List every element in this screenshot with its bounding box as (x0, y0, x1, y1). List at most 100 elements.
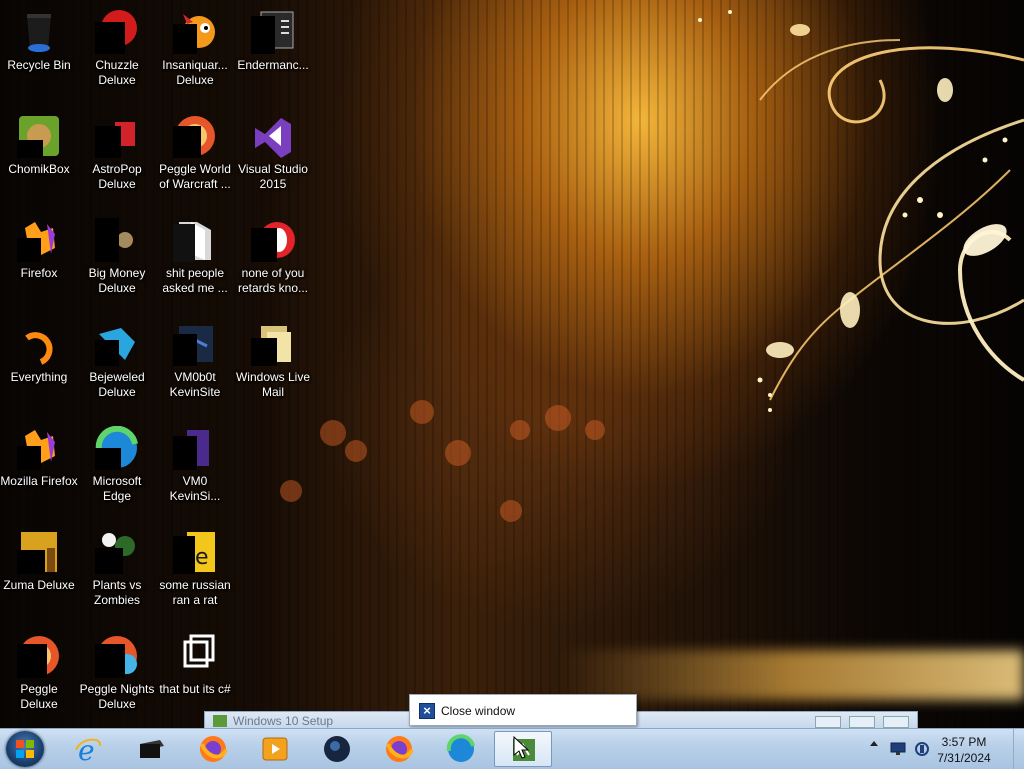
clock-date: 7/31/2024 (937, 751, 991, 765)
desktop-icon-label: AstroPop Deluxe (92, 162, 142, 191)
windows-logo-icon (16, 740, 34, 758)
desktop-icon-label: that but its c# (159, 682, 231, 696)
desktop-icon-zuma-deluxe[interactable]: Zuma Deluxe (0, 522, 78, 622)
desktop-icon-label: shit people asked me ... (162, 266, 228, 295)
edge-icon (446, 734, 475, 762)
tray-overflow-chevron-icon[interactable] (870, 741, 878, 746)
start-button[interactable] (6, 731, 44, 767)
recycle-bin-icon (17, 10, 61, 54)
globe-icon (324, 736, 350, 762)
desktop-icon-peggle-nights-deluxe[interactable]: Peggle Nights Deluxe (78, 626, 156, 726)
chuzzle-icon (95, 10, 139, 54)
media-player-icon (262, 737, 288, 761)
firefox-icon (386, 736, 414, 762)
desktop-icon-recycle-bin[interactable]: Recycle Bin (0, 2, 78, 102)
desktop-icon-label: Mozilla Firefox (0, 474, 78, 488)
everything-icon (17, 322, 61, 366)
desktop-icon-plants-vs-zombies[interactable]: Plants vs Zombies (78, 522, 156, 622)
desktop-icon-bejeweled-deluxe[interactable]: Bejeweled Deluxe (78, 314, 156, 414)
astropop-icon (95, 114, 139, 158)
desktop-icon-some-russian-ran-a-rat[interactable]: e some russian ran a rat (156, 522, 234, 622)
system-tray: 3:57 PM 7/31/2024 (866, 729, 1024, 769)
clock[interactable]: 3:57 PM 7/31/2024 (924, 734, 1004, 766)
taskbar-firefox[interactable] (184, 731, 240, 767)
taskbar-media-player[interactable] (246, 731, 302, 767)
desktop-icon-chuzzle-deluxe[interactable]: Chuzzle Deluxe (78, 2, 156, 102)
vm-file-icon (173, 322, 217, 366)
taskbar-internet-explorer[interactable]: e (60, 731, 116, 767)
desktop-icon-label: Endermanc... (237, 58, 309, 72)
taskbar-windows-10-setup[interactable] (494, 731, 552, 767)
desktop-icon-label: none of you retards kno... (237, 266, 309, 295)
desktop-icon-label: Big Money Deluxe (88, 266, 146, 295)
desktop-icon-opera[interactable]: none of you retards kno... (234, 210, 312, 310)
folder-icon (173, 218, 217, 262)
desktop-icon-label: VM0b0t KevinSite (169, 370, 221, 399)
desktop-icon-windows-live-mail[interactable]: Windows Live Mail (234, 314, 312, 414)
firefox-icon (17, 218, 61, 262)
visual-studio-icon (251, 114, 295, 158)
desktop-icon-microsoft-edge[interactable]: Microsoft Edge (78, 418, 156, 518)
bejeweled-icon (95, 322, 139, 366)
desktop-icon-label: Plants vs Zombies (92, 578, 142, 607)
desktop-icon-everything[interactable]: Everything (0, 314, 78, 414)
rat-file-icon: e (173, 530, 217, 574)
desktop-icon-label: some russian ran a rat (159, 578, 231, 607)
setup-window-icon (213, 715, 227, 727)
close-window-label: Close window (441, 704, 516, 718)
desktop-icon-label: Peggle Nights Deluxe (79, 682, 155, 711)
desktop-icon-visual-studio-2015[interactable]: Visual Studio 2015 (234, 106, 312, 206)
desktop-icon-insaniquarium-deluxe[interactable]: Insaniquar... Deluxe (156, 2, 234, 102)
desktop-icon-label: Zuma Deluxe (3, 578, 75, 592)
taskbar-terminal[interactable] (122, 731, 178, 767)
desktop-icon-peggle-world-of-warcraft[interactable]: Peggle World of Warcraft ... (156, 106, 234, 206)
desktop-icon-label: Firefox (20, 266, 58, 280)
desktop-icon-label: Everything (10, 370, 68, 384)
desktop-icon-peggle-deluxe[interactable]: Peggle Deluxe (0, 626, 78, 726)
taskbar-globe[interactable] (308, 731, 364, 767)
desktop-icon-folder[interactable]: shit people asked me ... (156, 210, 234, 310)
desktop-icon-astropop-deluxe[interactable]: AstroPop Deluxe (78, 106, 156, 206)
svg-text:e: e (78, 734, 95, 764)
svg-text:e: e (195, 545, 209, 570)
minimize-button[interactable] (815, 716, 841, 728)
taskbar-firefox-2[interactable] (370, 731, 426, 767)
desktop-icon-chomikbox[interactable]: ChomikBox (0, 106, 78, 206)
desktop-icon-endermanch[interactable]: Endermanc... (234, 2, 312, 102)
peggle-wow-icon (173, 114, 217, 158)
desktop-icon-label: ChomikBox (8, 162, 70, 176)
edge-icon (95, 425, 139, 470)
show-desktop-button[interactable] (1013, 729, 1024, 769)
desktop-icon-big-money-deluxe[interactable]: Big Money Deluxe (78, 210, 156, 310)
network-monitor-icon[interactable] (890, 742, 906, 756)
desktop-icon-vm0b0t-kevinsite[interactable]: VM0b0t KevinSite (156, 314, 234, 414)
insaniquarium-icon (173, 10, 217, 54)
desktop-icon-label: Bejeweled Deluxe (89, 370, 145, 399)
firefox-icon (17, 426, 61, 470)
desktop-icon-label: Microsoft Edge (92, 474, 142, 503)
desktop-icon-mozilla-firefox[interactable]: Mozilla Firefox (0, 418, 78, 518)
taskbar-edge[interactable] (432, 731, 488, 767)
chomikbox-icon (17, 114, 61, 158)
clock-time: 3:57 PM (941, 735, 987, 749)
mouse-cursor-icon (513, 736, 529, 759)
jump-list-close-window[interactable]: × Close window (409, 694, 637, 726)
desktop-icon-vm0-kevinsite[interactable]: VM0 KevinSi... (156, 418, 234, 518)
desktop-icon-label: Visual Studio 2015 (238, 162, 308, 191)
firefox-icon (200, 736, 228, 762)
peggle-icon (17, 634, 61, 678)
taskbar: e 3:57 PM 7/31/2024 (0, 728, 1024, 769)
desktop-icon-label: Peggle World of Warcraft ... (159, 162, 231, 191)
desktop-icon-label: Peggle Deluxe (20, 682, 58, 711)
shortcut-icon (173, 634, 217, 678)
big-money-icon (95, 218, 139, 262)
setup-window-title: Windows 10 Setup (233, 714, 334, 728)
desktop-icon-label: Recycle Bin (7, 58, 71, 72)
peggle-nights-icon (95, 634, 139, 678)
maximize-button[interactable] (849, 716, 875, 728)
internet-explorer-icon: e (75, 734, 102, 764)
desktop-icon-label: Windows Live Mail (235, 370, 311, 399)
vm-file-icon (173, 426, 217, 470)
desktop-icon-firefox[interactable]: Firefox (0, 210, 78, 310)
close-window-button[interactable] (883, 716, 909, 728)
